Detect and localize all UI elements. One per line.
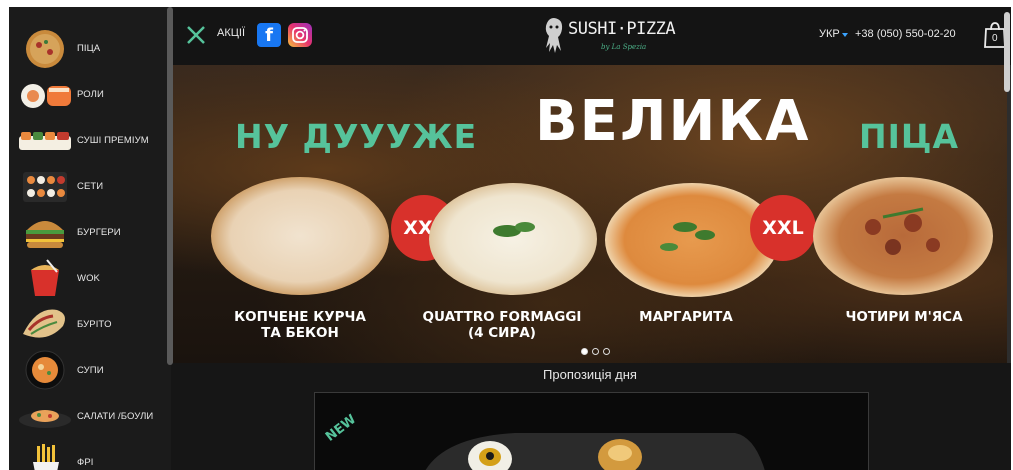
pizza-name-four-meats: ЧОТИРИ М'ЯСА xyxy=(845,309,963,325)
promo-banner[interactable]: НУ ДУУУЖЕ ВЕЛИКА ПІЦА XXL XXL КОПЧЕНЕ КУ… xyxy=(173,65,1007,363)
close-icon[interactable] xyxy=(185,24,207,46)
sushi-premium-icon xyxy=(17,120,73,160)
category-sidebar: Піца Роли Суші преміум Сети Бургери xyxy=(9,7,173,470)
sidebar-item-sushi-premium[interactable]: Суші преміум xyxy=(17,117,165,163)
chevron-down-icon xyxy=(842,33,848,37)
wok-icon xyxy=(17,258,73,298)
sidebar-item-label: Піца xyxy=(77,42,101,54)
sets-icon xyxy=(17,166,73,206)
sidebar-item-rolls[interactable]: Роли xyxy=(17,71,165,117)
fries-icon xyxy=(17,442,73,470)
top-header: АКЦІЇ f SUSHI·PIZZA by La Spezia УКР +38… xyxy=(173,7,1011,65)
pizza-image-four-meats xyxy=(813,177,993,295)
logo-subtitle: by La Spezia xyxy=(601,43,647,51)
slider-dot-1[interactable] xyxy=(581,348,588,355)
sidebar-item-pizza[interactable]: Піца xyxy=(17,25,165,71)
burger-icon xyxy=(17,212,73,252)
sidebar-item-salads[interactable]: Салати /Боули xyxy=(17,393,165,439)
cart-count: 0 xyxy=(992,33,998,44)
xxl-badge: XXL xyxy=(750,195,816,261)
soup-icon xyxy=(17,350,73,390)
promotions-link[interactable]: АКЦІЇ xyxy=(217,27,245,39)
sidebar-item-fries[interactable]: Фрі xyxy=(17,439,165,470)
sidebar-item-label: Wok xyxy=(77,272,100,284)
banner-headline-right: ПІЦА xyxy=(859,117,960,156)
rolls-icon xyxy=(17,74,73,114)
banner-headline-center: ВЕЛИКА xyxy=(535,89,811,154)
sidebar-item-label: Сети xyxy=(77,180,104,192)
sidebar-item-label: Супи xyxy=(77,364,104,376)
logo-text: SUSHI·PIZZA xyxy=(568,19,676,39)
sidebar-item-label: Салати /Боули xyxy=(77,410,154,422)
slider-dots xyxy=(581,348,610,355)
pizza-name-quattro-formaggi: QUATTRO FORMAGGI (4 СИРА) xyxy=(422,309,582,341)
phone-number[interactable]: +38 (050) 550-02-20 xyxy=(855,28,956,40)
pizza-image-quattro-formaggi xyxy=(429,183,597,295)
offer-section-title: Пропозиція дня xyxy=(543,367,637,382)
language-selector[interactable]: УКР xyxy=(819,28,840,40)
banner-headline-left: НУ ДУУУЖЕ xyxy=(235,117,478,156)
pizza-name-margherita: МАРГАРИТА xyxy=(639,309,733,325)
sidebar-item-wok[interactable]: Wok xyxy=(17,255,165,301)
offer-food-image xyxy=(425,433,765,470)
sidebar-item-label: Суші преміум xyxy=(77,134,149,146)
app-window: Піца Роли Суші преміум Сети Бургери xyxy=(9,7,1011,470)
facebook-icon[interactable]: f xyxy=(257,23,281,47)
octopus-logo-icon xyxy=(545,18,563,53)
sidebar-item-label: Роли xyxy=(77,88,104,100)
brand-logo[interactable]: SUSHI·PIZZA by La Spezia xyxy=(541,15,676,57)
offer-card[interactable]: NEW xyxy=(314,392,869,470)
banner-edge xyxy=(1007,65,1011,363)
instagram-icon[interactable] xyxy=(288,23,312,47)
sidebar-item-sets[interactable]: Сети xyxy=(17,163,165,209)
page-scrollbar[interactable] xyxy=(1004,12,1010,92)
pizza-name-smoked-chicken: КОПЧЕНЕ КУРЧА ТА БЕКОН xyxy=(234,309,366,341)
sidebar-item-burgers[interactable]: Бургери xyxy=(17,209,165,255)
sidebar-item-soups[interactable]: Супи xyxy=(17,347,165,393)
burrito-icon xyxy=(17,304,73,344)
slider-dot-3[interactable] xyxy=(603,348,610,355)
sidebar-item-label: Бургери xyxy=(77,226,121,238)
sidebar-item-label: Фрі xyxy=(77,456,94,468)
slider-dot-2[interactable] xyxy=(592,348,599,355)
sidebar-item-burrito[interactable]: Бурito xyxy=(17,301,165,347)
sidebar-item-label: Бурito xyxy=(77,318,112,330)
salad-icon xyxy=(17,396,73,436)
pizza-image-smoked-chicken xyxy=(211,177,389,295)
pizza-icon xyxy=(17,28,73,68)
